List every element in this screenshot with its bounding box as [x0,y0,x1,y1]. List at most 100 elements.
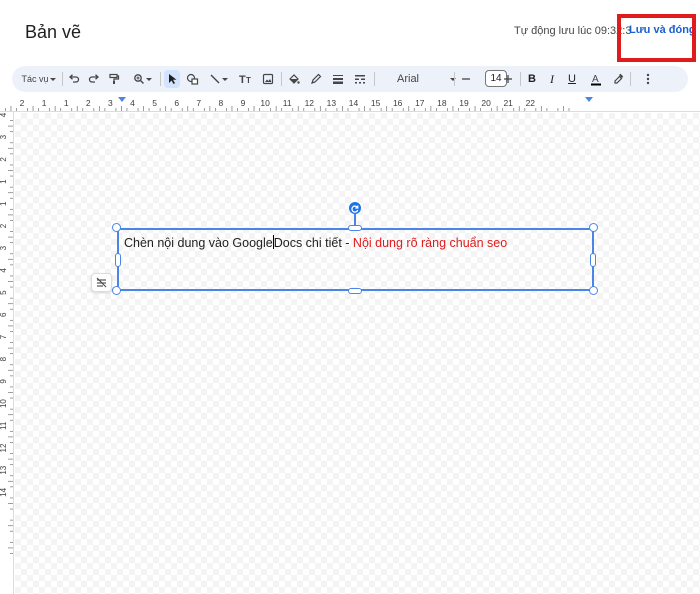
indent-marker [118,97,126,102]
ruler-label: 6 [0,312,8,317]
indent-marker [585,97,593,102]
redo-icon[interactable] [86,70,102,88]
resize-handle-top[interactable] [348,225,362,231]
ruler-label: 7 [0,334,8,339]
ruler-label: 19 [459,98,469,108]
rotate-handle[interactable] [349,202,361,214]
select-icon[interactable] [164,70,180,88]
resize-handle-top-right[interactable] [589,223,598,232]
drawing-canvas[interactable] [15,113,700,594]
ruler-label: 14 [0,487,8,496]
ruler-label: 22 [526,98,536,108]
ruler-label: 9 [241,98,246,108]
ruler-label: 18 [437,98,447,108]
svg-text:A: A [592,74,599,85]
border-dash-icon[interactable] [352,70,368,88]
ruler-label: 1 [0,179,8,184]
ruler-label: 17 [415,98,425,108]
caret-down-icon [450,78,456,81]
ruler-label: 12 [0,443,8,452]
ruler-label: 6 [174,98,179,108]
ruler-label: 2 [20,98,25,108]
drawing-window: Bản vẽ Tự động lưu lúc 09:32:3 Lưu và đó… [0,0,700,594]
font-dropdown[interactable]: Arial [397,70,457,88]
ruler-label: 10 [0,399,8,408]
toolbar-divider [281,72,282,86]
text-color-icon[interactable]: A [588,70,604,88]
toolbar-divider [454,72,455,86]
actions-menu-label: Tác vụ [21,74,49,84]
resize-handle-top-left[interactable] [112,223,121,232]
toolbar-divider [62,72,63,86]
zoom-icon[interactable] [130,70,156,88]
toolbar: Tác vụ TT Arial 14 B I U A [12,66,688,92]
ruler-label: 4 [0,112,8,117]
ruler-label: 13 [327,98,337,108]
image-icon[interactable] [260,70,276,88]
line-icon[interactable] [206,70,232,88]
highlight-icon[interactable] [610,70,626,88]
rotate-icon [351,205,359,213]
ruler-label: 2 [0,157,8,162]
text-box-content[interactable]: Chèn nội dung vào GoogleDocs chi tiết - … [124,235,507,250]
ruler-label: 8 [219,98,224,108]
svg-text:T: T [239,74,246,85]
ruler-label: 2 [0,223,8,228]
bold-icon[interactable]: B [524,70,540,88]
resize-handle-left[interactable] [115,253,121,267]
ruler-label: 1 [64,98,69,108]
text-box-text-part1: Chèn nội dung vào Google [124,236,273,250]
ruler-label: 16 [393,98,403,108]
ruler-label: 11 [0,421,8,430]
increase-size-icon[interactable] [500,70,516,88]
text-box-text-part2: Docs chi tiết - [273,236,353,250]
ruler-label: 1 [42,98,47,108]
resize-handle-right[interactable] [590,253,596,267]
fill-color-icon[interactable] [286,70,302,88]
ruler-label: 14 [349,98,359,108]
ruler-label: 10 [260,98,270,108]
text-wrap-toggle-button[interactable] [91,273,112,292]
underline-icon[interactable]: U [564,70,580,88]
ruler-label: 21 [503,98,513,108]
vertical-ruler: 43211234567891011121314 [0,112,14,594]
ruler-label: 4 [0,268,8,273]
font-name: Arial [397,73,420,85]
paint-format-icon[interactable] [106,70,122,88]
border-color-icon[interactable] [308,70,324,88]
shape-icon[interactable] [184,70,200,88]
highlight-annotation-box [617,14,696,62]
ruler-label: 9 [0,379,8,384]
more-options-icon[interactable] [640,70,656,88]
toolbar-divider [520,72,521,86]
toolbar-divider [374,72,375,86]
resize-handle-bottom-right[interactable] [589,286,598,295]
ruler-label: 5 [0,290,8,295]
ruler-label: 1 [0,201,8,206]
text-box-icon[interactable]: TT [238,70,254,88]
ruler-label: 3 [0,134,8,139]
ruler-label: 13 [0,465,8,474]
wrap-off-icon [96,277,107,288]
ruler-label: 4 [130,98,135,108]
horizontal-ruler: 2 1 1 2 3 4 5 6 7 8 9 10 11 12 13 14 15 16 17 18 19 20 21 22 [0,96,700,112]
resize-handle-bottom-left[interactable] [112,286,121,295]
ruler-label: 3 [108,98,113,108]
resize-handle-bottom[interactable] [348,288,362,294]
autosave-status: Tự động lưu lúc 09:32:3 [514,25,632,37]
ruler-label: 5 [152,98,157,108]
ruler-label: 8 [0,356,8,361]
border-weight-icon[interactable] [330,70,346,88]
toolbar-divider [160,72,161,86]
undo-icon[interactable] [66,70,82,88]
ruler-label: 2 [86,98,91,108]
ruler-label: 3 [0,245,8,250]
ruler-label: 15 [371,98,381,108]
drawing-title: Bản vẽ [25,22,82,42]
text-box-red-text: Nội dung rõ ràng chuẩn seo [352,236,508,250]
actions-menu[interactable]: Tác vụ [20,70,58,88]
italic-icon[interactable]: I [544,70,560,88]
decrease-size-icon[interactable] [458,70,474,88]
ruler-label: 7 [196,98,201,108]
ruler-label: 20 [481,98,491,108]
